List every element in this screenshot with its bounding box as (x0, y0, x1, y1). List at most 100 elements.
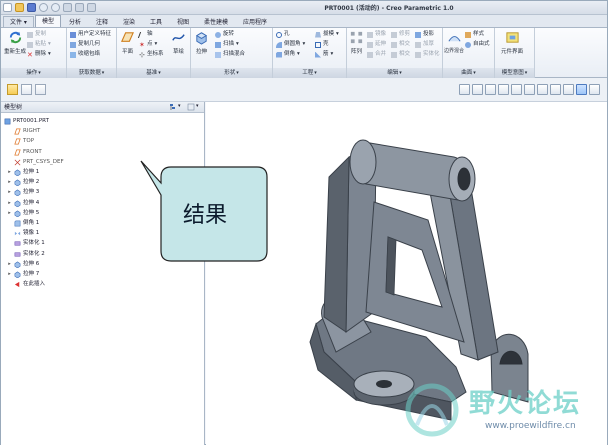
expand-arrow-icon[interactable]: ▸ (7, 199, 12, 208)
tree-item[interactable]: ▸ 拉伸 7 (7, 270, 39, 279)
tree-settings-dropdown-icon[interactable]: ▾ (178, 103, 181, 109)
boundary-blend-button[interactable]: 边界混合 (444, 30, 464, 54)
tree-item[interactable]: ▸ 拉伸 6 (7, 260, 39, 269)
project-button[interactable]: 投影 (415, 31, 434, 38)
tree-settings-icon[interactable] (169, 103, 177, 111)
mirror-button[interactable]: 镜像 (367, 31, 386, 38)
shell-button[interactable]: 壳 (315, 41, 329, 48)
tree-item[interactable]: 镜像 1 (7, 229, 39, 238)
folder-browser-tab-icon[interactable] (21, 84, 32, 95)
thicken-button[interactable]: 加厚 (415, 41, 434, 48)
sketch-button[interactable]: 草绘 (171, 30, 186, 55)
display-style-icon[interactable] (511, 84, 522, 95)
model-tree-tab-icon[interactable] (7, 84, 18, 95)
tree-item[interactable]: RIGHT (7, 127, 40, 136)
group-caption-editing[interactable]: 编辑▾ (347, 68, 442, 78)
tree-item[interactable]: 实体化 2 (7, 250, 45, 259)
component-interface-button[interactable]: 元件界面 (501, 30, 523, 55)
regenerate-button[interactable]: 重新生成 (4, 30, 26, 55)
hole-button[interactable]: 孔 (276, 31, 290, 38)
copy-button[interactable]: 复制 (27, 31, 46, 38)
tab-flexible-modeling[interactable]: 柔性建模 (197, 16, 235, 27)
tab-annotate[interactable]: 注释 (89, 16, 115, 27)
expand-arrow-icon[interactable]: ▸ (7, 178, 12, 187)
expand-arrow-icon[interactable]: ▸ (7, 260, 12, 269)
tree-item-label: 拉伸 2 (23, 179, 40, 186)
tree-item-label: 拉伸 4 (23, 199, 40, 206)
delete-button[interactable]: ✕ 删除 ▾ (27, 51, 51, 58)
tab-file[interactable]: 文件 ▾ (3, 16, 34, 27)
zoom-out-icon[interactable] (485, 84, 496, 95)
favorites-tab-icon[interactable] (35, 84, 46, 95)
group-caption-surfaces[interactable]: 曲面▾ (443, 68, 494, 78)
refit-icon[interactable] (459, 84, 470, 95)
spin-center-icon[interactable] (576, 84, 587, 95)
style-button[interactable]: 样式 (465, 31, 484, 38)
group-caption-get-data[interactable]: 获取数据▾ (67, 68, 116, 78)
datum-axis-button[interactable]: 轴 (137, 31, 153, 38)
revolve-button[interactable]: 旋转 (215, 31, 234, 38)
pattern-button[interactable]: 阵列 (349, 30, 364, 55)
copy-geometry-button[interactable]: 复制几何 (70, 41, 100, 48)
tree-item[interactable]: ▸ 拉伸 4 (7, 199, 39, 208)
expand-arrow-icon[interactable]: ▸ (7, 209, 12, 218)
tree-item[interactable]: ▸ 拉伸 5 (7, 209, 39, 218)
merge-button[interactable]: 合并 (367, 51, 386, 58)
tree-item[interactable]: ▸ 拉伸 3 (7, 188, 39, 197)
chamfer-button[interactable]: 倒角 ▾ (276, 51, 300, 58)
expand-arrow-icon[interactable]: ▸ (7, 168, 12, 177)
datum-plane-button[interactable]: 平面 (120, 30, 135, 55)
datum-point-button[interactable]: ✶ 点 ▾ (139, 41, 157, 48)
tree-item[interactable]: FRONT (7, 148, 42, 157)
show-dropdown-icon[interactable]: ▾ (196, 103, 199, 109)
zoom-in-icon[interactable] (472, 84, 483, 95)
group-caption-model-intent[interactable]: 模型意图▾ (495, 68, 534, 78)
group-caption-engineering[interactable]: 工程▾ (273, 68, 346, 78)
shrinkwrap-button[interactable]: 收缩包络 (70, 51, 100, 58)
tree-item[interactable]: 实体化 1 (7, 239, 45, 248)
paste-button[interactable]: 粘贴 ▾ (27, 41, 51, 48)
repaint-icon[interactable] (498, 84, 509, 95)
tree-item[interactable]: ▸ 拉伸 2 (7, 178, 39, 187)
tree-item-label: 实体化 2 (23, 250, 45, 257)
solidify-button[interactable]: 实体化 (415, 51, 440, 58)
tab-tools[interactable]: 工具 (143, 16, 169, 27)
offset-button[interactable]: 相交 (391, 41, 410, 48)
tab-view[interactable]: 视图 (170, 16, 196, 27)
tab-render[interactable]: 渲染 (116, 16, 142, 27)
round-button[interactable]: 倒圆角 ▾ (276, 41, 305, 48)
sweep-button[interactable]: 扫描 ▾ (215, 41, 239, 48)
expand-arrow-icon[interactable]: ▸ (7, 270, 12, 279)
freestyle-button[interactable]: 自由式 (465, 41, 490, 48)
csys-button[interactable]: ⊹ 坐标系 (139, 51, 164, 58)
datum-display-icon[interactable] (550, 84, 561, 95)
swept-blend-button[interactable]: 扫描混合 (215, 51, 245, 58)
group-caption-shapes[interactable]: 形状▾ (191, 68, 272, 78)
udf-button[interactable]: 用户定义特征 (70, 31, 111, 38)
group-caption-datum[interactable]: 基准▾ (117, 68, 190, 78)
tree-item[interactable]: TOP (7, 137, 34, 146)
model-tree-header: 模型树 ▾ ▾ (1, 102, 204, 113)
draft-button[interactable]: 拔模 ▾ (315, 31, 339, 38)
expand-arrow-icon[interactable]: ▸ (7, 188, 12, 197)
saved-orientations-icon[interactable] (524, 84, 535, 95)
trim-button[interactable]: 修剪 (391, 31, 410, 38)
extrude-button[interactable]: 拉伸 (194, 30, 209, 55)
watermark-logo-icon (405, 383, 459, 437)
tree-item[interactable]: PRT_CSYS_DEF (7, 158, 64, 167)
extend-button[interactable]: 延伸 (367, 41, 386, 48)
tree-item[interactable]: 倒角 1 (7, 219, 39, 228)
tab-applications[interactable]: 应用程序 (236, 16, 274, 27)
tree-item[interactable]: 在此插入 (7, 280, 45, 289)
csys-display-icon[interactable] (589, 84, 600, 95)
annotation-display-icon[interactable] (563, 84, 574, 95)
tree-root-part[interactable]: PRT0001.PRT (4, 117, 49, 126)
view-manager-icon[interactable] (537, 84, 548, 95)
tab-model[interactable]: 模型 (34, 15, 61, 27)
group-caption-operations[interactable]: 操作▾ (1, 68, 66, 78)
show-icon[interactable] (187, 103, 195, 111)
tab-analysis[interactable]: 分析 (62, 16, 88, 27)
rib-button[interactable]: 筋 ▾ (315, 51, 333, 58)
intersect-button[interactable]: 相交 (391, 51, 410, 58)
tree-item[interactable]: ▸ 拉伸 1 (7, 168, 39, 177)
